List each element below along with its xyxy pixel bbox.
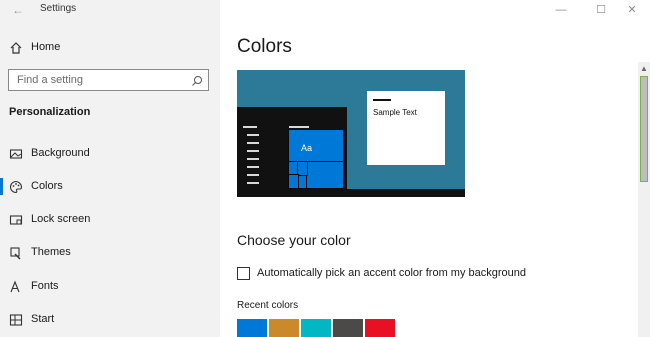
back-arrow-icon[interactable]: ← (11, 3, 25, 17)
sidebar-item-themes[interactable]: Themes (0, 243, 220, 263)
scrollbar[interactable]: ▲ (638, 62, 650, 337)
picture-icon (9, 147, 23, 161)
sidebar-item-label: Start (31, 313, 55, 325)
sidebar-item-label: Background (31, 147, 90, 159)
color-swatch[interactable] (237, 319, 267, 337)
app-title: Settings (40, 3, 77, 14)
brush-icon (9, 246, 23, 260)
sidebar-item-label: Home (31, 41, 61, 53)
maximize-icon[interactable]: ☐ (593, 2, 609, 18)
sidebar-item-label: Lock screen (31, 213, 91, 225)
sidebar-item-fonts[interactable]: Fonts (0, 277, 220, 297)
minimize-icon[interactable]: — (553, 2, 569, 18)
recent-colors-label: Recent colors (237, 300, 299, 311)
auto-accent-option[interactable]: Automatically pick an accent color from … (237, 266, 537, 282)
sidebar-item-lock-screen[interactable]: Lock screen (0, 210, 220, 230)
sidebar-item-label: Themes (31, 246, 71, 258)
lock-screen-icon (9, 213, 23, 227)
color-swatch[interactable] (269, 319, 299, 337)
color-swatch[interactable] (301, 319, 331, 337)
search-box[interactable] (8, 69, 209, 91)
start-icon (9, 313, 23, 327)
recent-colors (237, 319, 395, 337)
color-swatch[interactable] (333, 319, 363, 337)
preview-taskbar (237, 189, 465, 197)
preview-tile-text: Aa (301, 143, 313, 153)
palette-icon (9, 180, 23, 194)
color-preview: Aa Sample Text (237, 70, 465, 197)
page-title: Colors (237, 36, 292, 57)
sidebar-item-home[interactable]: Home (0, 38, 220, 58)
sidebar-item-label: Colors (31, 180, 63, 192)
font-icon (9, 280, 23, 294)
scrollbar-thumb[interactable] (640, 76, 648, 182)
color-swatch[interactable] (365, 319, 395, 337)
auto-accent-checkbox[interactable] (237, 267, 250, 280)
preview-sample-text: Sample Text (373, 108, 417, 117)
choose-color-heading: Choose your color (237, 232, 351, 248)
scroll-up-icon[interactable]: ▲ (640, 64, 648, 73)
search-icon[interactable] (191, 74, 203, 86)
sidebar-item-start[interactable]: Start (0, 310, 220, 330)
close-icon[interactable]: ✕ (624, 2, 640, 18)
sidebar-item-colors[interactable]: Colors (0, 177, 220, 197)
sidebar-item-background[interactable]: Background (0, 144, 220, 164)
title-bar: ← Settings — ☐ ✕ (0, 0, 650, 20)
preview-window: Sample Text (367, 91, 445, 165)
sidebar-item-label: Fonts (31, 280, 59, 292)
search-input[interactable] (17, 73, 187, 87)
section-header: Personalization (9, 106, 91, 118)
auto-accent-label[interactable]: Automatically pick an accent color from … (257, 267, 526, 279)
home-icon (9, 41, 23, 55)
